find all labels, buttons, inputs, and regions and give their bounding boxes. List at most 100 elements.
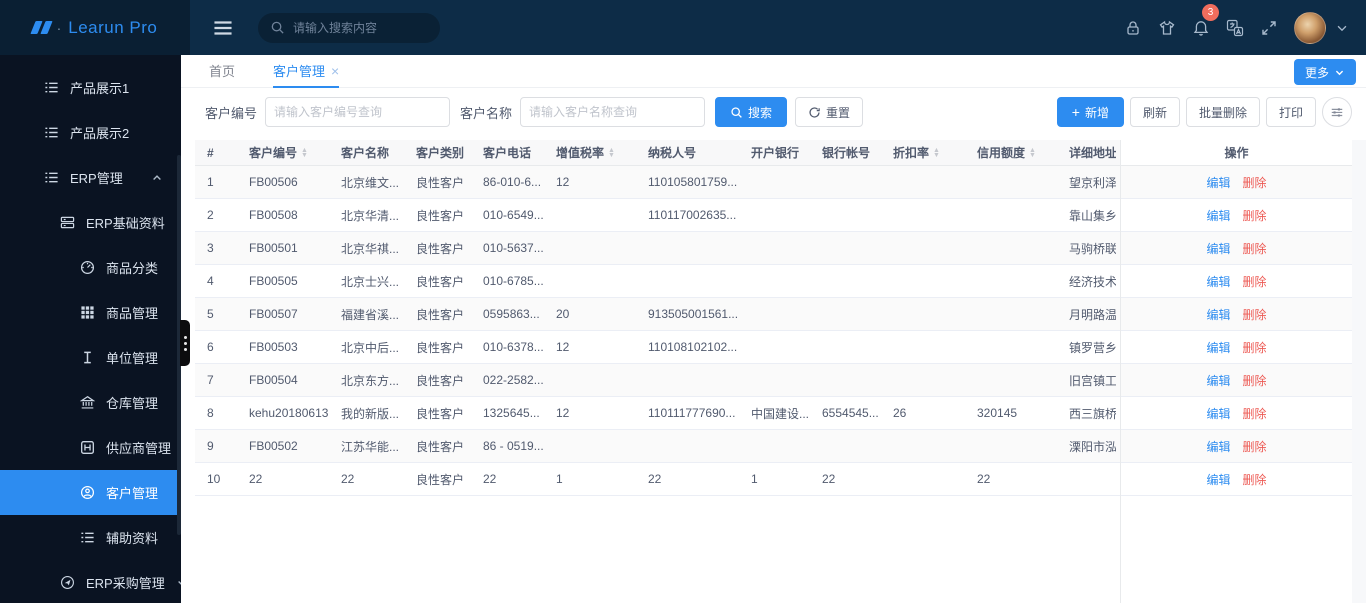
cell: 22: [648, 472, 662, 486]
print-button[interactable]: 打印: [1265, 97, 1316, 127]
column-header-增值税率[interactable]: 增值税率 ▲ ▼: [544, 140, 636, 165]
sidebar-item-supplier-management[interactable]: 供应商管理: [0, 425, 181, 470]
edit-link[interactable]: 编辑: [1206, 471, 1230, 488]
tab-customer-management[interactable]: 客户管理 ×: [273, 55, 340, 88]
cell: 福建省溪...: [341, 307, 400, 322]
edit-link[interactable]: 编辑: [1206, 438, 1230, 455]
delete-link[interactable]: 删除: [1243, 372, 1267, 389]
customer-name-input[interactable]: [520, 97, 706, 127]
sidebar-item-goods-management[interactable]: 商品管理: [0, 290, 181, 335]
user-avatar[interactable]: [1294, 11, 1326, 44]
edit-link[interactable]: 编辑: [1206, 240, 1230, 257]
global-search[interactable]: [258, 12, 440, 43]
table-row[interactable]: 1 FB00506 北京维文... 良性客户 86-010-6... 12 11010580…: [195, 166, 1120, 199]
table-row[interactable]: 10 22 22 良性客户 22 1 22 1 22 22: [195, 463, 1120, 496]
delete-link[interactable]: 删除: [1243, 306, 1267, 323]
edit-link[interactable]: 编辑: [1206, 207, 1230, 224]
cell: 110117002635...: [648, 208, 737, 222]
refresh-button-label: 刷新: [1142, 105, 1167, 120]
theme-button[interactable]: [1150, 11, 1184, 45]
table-row[interactable]: 5 FB00507 福建省溪... 良性客户 0595863... 20 913505001…: [195, 298, 1120, 331]
menu-toggle-button[interactable]: [212, 17, 234, 39]
table-row[interactable]: 7 FB00504 北京东方... 良性客户 022-2582... 旧宫镇工: [195, 364, 1120, 397]
table-row[interactable]: 9 FB00502 江苏华能... 良性客户 86 - 0519... 溧阳市泓: [195, 430, 1120, 463]
sidebar-item-erp-base-data[interactable]: ERP基础资料: [0, 200, 181, 245]
column-header-折扣率[interactable]: 折扣率 ▲ ▼: [881, 140, 965, 165]
sidebar-menu: 产品展示1 产品展示2 ERP管理 ERP基础资料 商品分类 商品管理 单位管理 仓库管理 供应…: [0, 55, 181, 603]
batch-delete-button[interactable]: 批量删除: [1185, 97, 1260, 127]
sidebar-item-customer-management[interactable]: 客户管理: [0, 470, 181, 515]
edit-link[interactable]: 编辑: [1206, 306, 1230, 323]
sort-carets-icon[interactable]: ▲ ▼: [608, 147, 615, 159]
cell: 320145: [977, 406, 1018, 420]
unit-icon: [80, 350, 95, 365]
add-button[interactable]: + 新增: [1056, 97, 1124, 127]
column-header-信用额度[interactable]: 信用额度 ▲ ▼: [965, 140, 1057, 165]
sidebar-item-goods-category[interactable]: 商品分类: [0, 245, 181, 290]
table-body: 1 FB00506 北京维文... 良性客户 86-010-6... 12 11010580…: [195, 166, 1120, 496]
table-scrollbar-gutter[interactable]: [1352, 140, 1366, 603]
edit-link[interactable]: 编辑: [1206, 405, 1230, 422]
sidebar-item-warehouse-management[interactable]: 仓库管理: [0, 380, 181, 425]
refresh-button[interactable]: 刷新: [1129, 97, 1180, 127]
table-row[interactable]: 2 FB00508 北京华清... 良性客户 010-6549... 1101170026…: [195, 199, 1120, 232]
fullscreen-button[interactable]: [1252, 11, 1286, 45]
column-settings-button[interactable]: [1322, 97, 1352, 127]
cell: 2: [207, 208, 214, 222]
reset-button[interactable]: 重置: [795, 97, 864, 127]
app-logo[interactable]: · Learun Pro: [0, 0, 190, 55]
cell: 913505001561...: [648, 307, 739, 321]
table-row[interactable]: 8 kehu20180613... 我的新版... 良性客户 1325645... 12 1…: [195, 397, 1120, 430]
sort-carets-icon[interactable]: ▲ ▼: [1029, 147, 1036, 159]
edit-link[interactable]: 编辑: [1206, 372, 1230, 389]
lock-button[interactable]: [1116, 11, 1150, 45]
edit-link[interactable]: 编辑: [1206, 339, 1230, 356]
edit-link[interactable]: 编辑: [1206, 273, 1230, 290]
column-header-客户名称: 客户名称: [329, 140, 404, 165]
sidebar-collapse-handle[interactable]: [180, 320, 190, 366]
delete-link[interactable]: 删除: [1243, 405, 1267, 422]
notifications-button[interactable]: 3: [1184, 3, 1219, 45]
sidebar-item-product-demo-2[interactable]: 产品展示2: [0, 110, 181, 155]
customer-code-input[interactable]: [265, 97, 451, 127]
delete-link[interactable]: 删除: [1243, 207, 1267, 224]
sidebar-item-erp-management[interactable]: ERP管理: [0, 155, 181, 200]
more-button[interactable]: 更多: [1293, 59, 1356, 85]
dashboard-icon: [80, 260, 95, 275]
delete-link[interactable]: 删除: [1243, 471, 1267, 488]
table-row[interactable]: 4 FB00505 北京士兴... 良性客户 010-6785... 经济技术: [195, 265, 1120, 298]
edit-link[interactable]: 编辑: [1206, 174, 1230, 191]
column-header-客户编号[interactable]: 客户编号 ▲ ▼: [237, 140, 329, 165]
grid-icon: [80, 305, 95, 320]
cell: FB00508: [249, 208, 298, 222]
delete-link[interactable]: 删除: [1243, 339, 1267, 356]
sidebar-item-product-demo-1[interactable]: 产品展示1: [0, 65, 181, 110]
row-actions: 编辑 删除: [1121, 397, 1352, 430]
delete-link[interactable]: 删除: [1243, 438, 1267, 455]
cell: 良性客户: [416, 208, 465, 223]
tab-home[interactable]: 首页: [209, 55, 235, 88]
bell-icon: [1193, 20, 1209, 36]
delete-link[interactable]: 删除: [1243, 174, 1267, 191]
search-button[interactable]: 搜索: [715, 97, 788, 127]
user-menu-button[interactable]: [1330, 11, 1354, 45]
delete-link[interactable]: 删除: [1243, 240, 1267, 257]
sidebar-item-unit-management[interactable]: 单位管理: [0, 335, 181, 380]
sidebar-item-erp-purchase[interactable]: ERP采购管理: [0, 560, 181, 603]
global-search-input[interactable]: [293, 20, 428, 35]
table-row[interactable]: 3 FB00501 北京华祺... 良性客户 010-5637... 马驹桥联: [195, 232, 1120, 265]
sidebar-item-label: ERP管理: [70, 171, 123, 186]
cell: 12: [556, 340, 570, 354]
close-icon[interactable]: ×: [331, 64, 339, 78]
table-scroll-area: # 客户编号 ▲ ▼ 客户名称 客户类别 客户电话 增值税率 ▲ ▼ 纳税人号 开户银行 银行帐号 折扣率…: [195, 140, 1120, 603]
table-row[interactable]: 6 FB00503 北京中后... 良性客户 010-6378... 12 11010810…: [195, 331, 1120, 364]
sort-carets-icon[interactable]: ▲ ▼: [933, 147, 940, 159]
delete-link[interactable]: 删除: [1243, 273, 1267, 290]
column-label: 纳税人号: [648, 146, 697, 160]
app-window: · Learun Pro 3: [0, 0, 1366, 603]
sidebar-item-label: ERP采购管理: [86, 576, 165, 591]
sort-carets-icon[interactable]: ▲ ▼: [301, 147, 308, 159]
sidebar-item-auxiliary-data[interactable]: 辅助资料: [0, 515, 181, 560]
list-icon: [44, 170, 59, 185]
language-button[interactable]: [1218, 11, 1252, 45]
